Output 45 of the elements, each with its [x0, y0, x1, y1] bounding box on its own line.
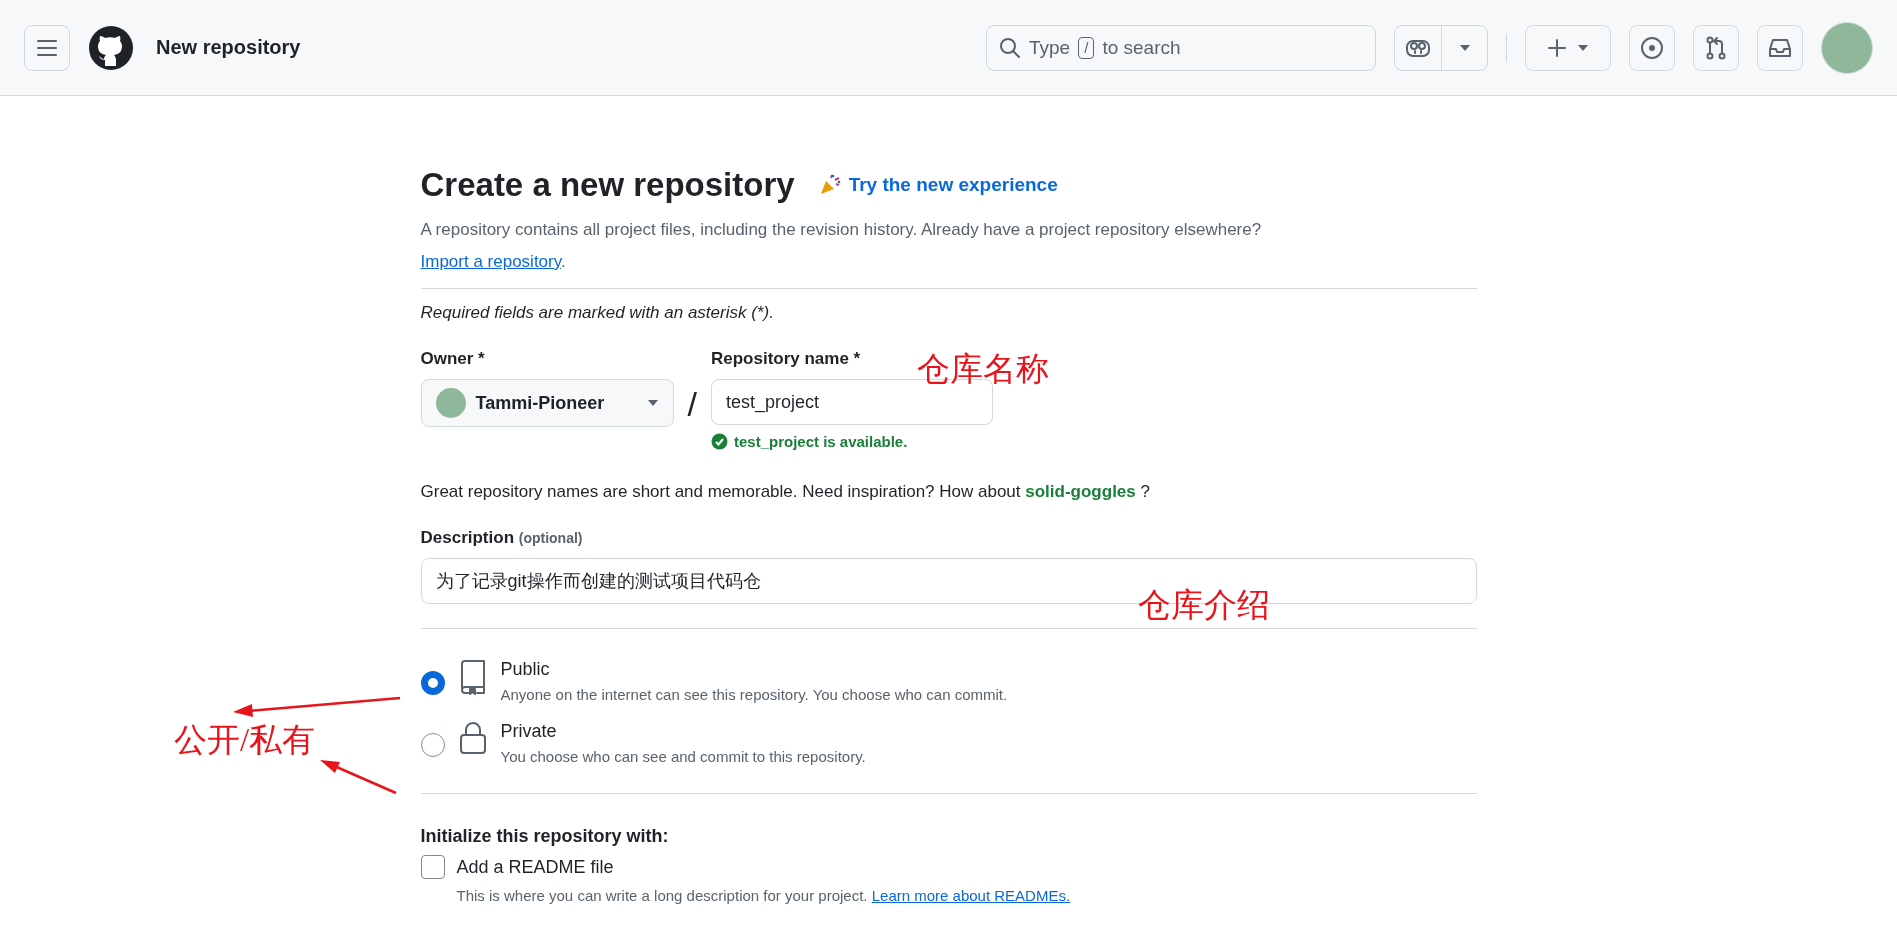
inbox-icon — [1768, 36, 1792, 59]
create-button[interactable] — [1525, 24, 1611, 71]
inbox-button[interactable] — [1757, 24, 1803, 71]
pull-request-icon — [1705, 35, 1727, 60]
pull-requests-button[interactable] — [1693, 24, 1739, 71]
search-field[interactable]: Type / to search — [986, 24, 1376, 71]
import-repository-link[interactable]: Import a repository — [420, 252, 561, 271]
try-new-experience-link[interactable]: Try the new experience — [848, 174, 1058, 196]
page-heading: Create a new repository — [420, 166, 795, 204]
required-note: Required fields are marked with an asterisk (*). — [420, 303, 775, 323]
caret-icon — [1458, 43, 1471, 52]
visibility-label: Public — [500, 659, 551, 680]
visibility-hint: You choose who can see and commit to this repository. — [500, 748, 866, 765]
logo-icon[interactable] — [88, 24, 134, 71]
checkbox[interactable] — [420, 855, 445, 879]
annotation-text: 公开/私有 — [174, 721, 316, 760]
page-title: New repository — [156, 36, 301, 59]
readme-hint: This is where you can write a long description for your project. Learn more about READMEs. — [456, 887, 1072, 904]
circle-dot-icon — [1640, 35, 1664, 60]
caret-icon — [1577, 43, 1589, 52]
caret-icon — [646, 399, 659, 407]
separator-slash: / — [687, 385, 697, 424]
visibility-label: Private — [500, 721, 558, 742]
suggestion-text: Great repository names are short and memorable. Need inspiration? How about solid-goggles ? — [420, 482, 1151, 502]
menu-icon — [36, 38, 58, 57]
readme-label: Add a README file — [456, 856, 614, 878]
radio-button[interactable] — [420, 733, 445, 757]
search-icon — [999, 36, 1021, 59]
owner-label: Owner * — [420, 349, 485, 369]
party-popper-icon — [818, 174, 841, 196]
description-label: Description (optional) — [420, 528, 583, 548]
availability-message: test_project is available. — [733, 433, 908, 450]
intro-text: A repository contains all project files, including the revision history. Already have a project repository elsewhere? Import a repository. — [420, 219, 1263, 273]
repository-name-label: Repository name * — [710, 349, 861, 369]
visibility-hint: Anyone on the internet can see this repository. You choose who can commit. — [500, 686, 1008, 703]
issues-button[interactable] — [1629, 24, 1675, 71]
book-icon — [458, 659, 487, 695]
check-circle-icon — [710, 433, 728, 450]
radio-button[interactable] — [420, 671, 445, 695]
lock-icon — [458, 721, 487, 755]
plus-icon — [1547, 37, 1567, 58]
initialize-heading: Initialize this repository with: — [420, 826, 670, 847]
owner-dropdown[interactable]: Tammi-Pioneer — [420, 379, 674, 427]
menu-button[interactable] — [24, 24, 70, 71]
learn-more-link[interactable]: Learn more about READMEs. — [871, 887, 1071, 904]
